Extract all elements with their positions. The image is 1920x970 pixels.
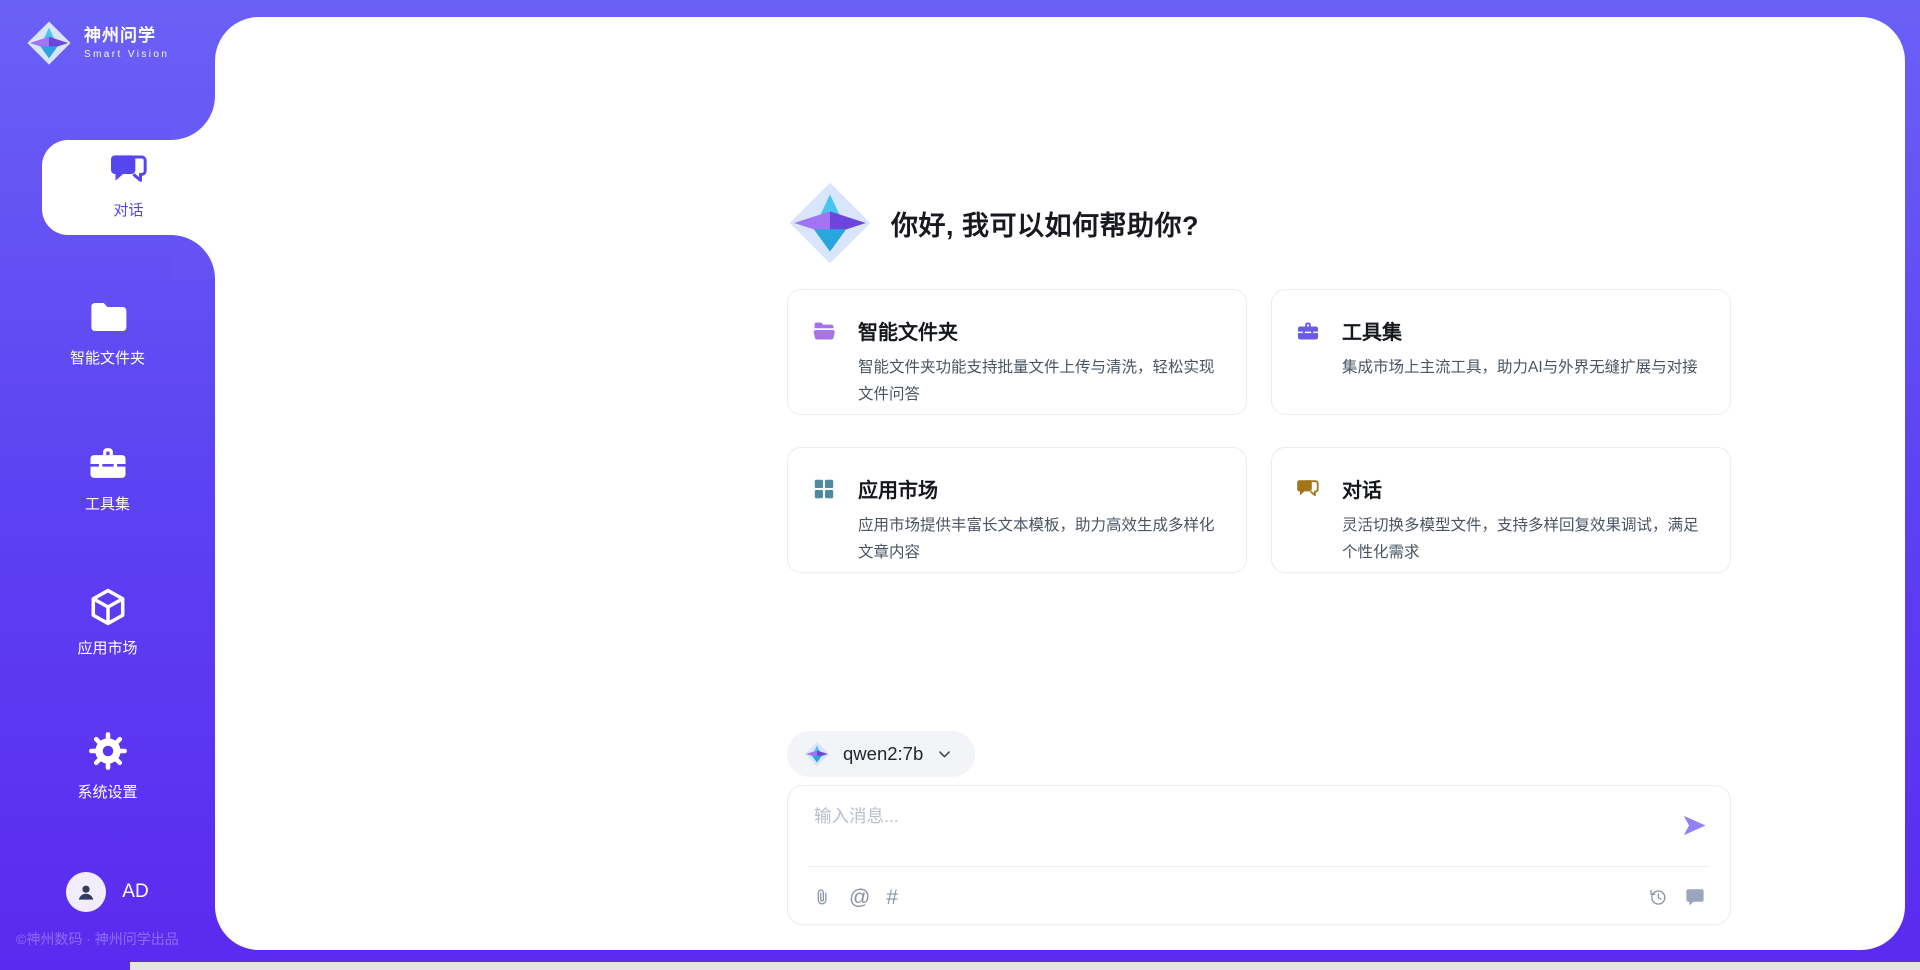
model-logo-icon bbox=[804, 741, 830, 767]
card-title: 对话 bbox=[1342, 474, 1382, 503]
user-initials: AD bbox=[122, 881, 148, 903]
card-title: 应用市场 bbox=[858, 474, 938, 503]
send-icon bbox=[1681, 812, 1708, 839]
brand: 神州问学 Smart Vision bbox=[26, 20, 169, 66]
card-app-market[interactable]: 应用市场 应用市场提供丰富长文本模板，助力高效生成多样化文章内容 bbox=[787, 447, 1247, 573]
active-tab-fillet-bottom bbox=[171, 235, 215, 279]
sidebar-item-chat[interactable]: 对话 bbox=[42, 150, 215, 220]
sidebar-item-system-settings[interactable]: 系统设置 bbox=[0, 730, 215, 802]
card-title: 工具集 bbox=[1342, 316, 1402, 345]
card-header: 工具集 bbox=[1296, 316, 1702, 345]
composer-toolbar: @ # bbox=[812, 879, 1706, 915]
cube-icon bbox=[87, 586, 129, 628]
chat-icon bbox=[1296, 477, 1320, 501]
card-header: 智能文件夹 bbox=[812, 316, 1218, 345]
mention-button[interactable]: @ bbox=[849, 887, 870, 908]
sidebar-item-toolset[interactable]: 工具集 bbox=[0, 442, 215, 514]
topic-button[interactable]: # bbox=[886, 887, 898, 908]
folder-icon bbox=[87, 296, 129, 338]
active-tab-fillet-top bbox=[171, 96, 215, 140]
composer-tools-left: @ # bbox=[812, 887, 898, 908]
chat-bubble-icon bbox=[1684, 886, 1706, 908]
greeting-text: 你好, 我可以如何帮助你? bbox=[891, 204, 1199, 243]
brand-subtitle: Smart Vision bbox=[84, 49, 169, 60]
card-description: 灵活切换多模型文件，支持多样回复效果调试，满足个性化需求 bbox=[1342, 512, 1704, 566]
card-toolset[interactable]: 工具集 集成市场上主流工具，助力AI与外界无缝扩展与对接 bbox=[1271, 289, 1731, 415]
sidebar-item-label: 智能文件夹 bbox=[70, 347, 145, 368]
avatar bbox=[66, 872, 106, 912]
gear-icon bbox=[87, 730, 129, 772]
model-selector[interactable]: qwen2:7b bbox=[787, 731, 975, 777]
app-screen: 神州问学 Smart Vision 对话 智能文件夹 工具集 应用市场 系统设置… bbox=[0, 0, 1920, 970]
grid-icon bbox=[812, 477, 836, 501]
sidebar-item-label: 工具集 bbox=[85, 493, 130, 514]
hash-icon: # bbox=[886, 887, 898, 908]
toolbox-icon bbox=[1296, 319, 1320, 343]
brand-logo-icon bbox=[26, 20, 72, 66]
horizontal-scrollbar[interactable] bbox=[130, 962, 1920, 970]
card-header: 应用市场 bbox=[812, 474, 1218, 503]
chat-icon bbox=[109, 150, 149, 190]
sidebar-footer: ©神州数码 · 神州问学出品 bbox=[16, 929, 179, 949]
composer-divider bbox=[808, 866, 1710, 867]
message-input[interactable] bbox=[812, 801, 1666, 863]
toolbox-icon bbox=[87, 442, 129, 484]
card-title: 智能文件夹 bbox=[858, 316, 958, 345]
main-panel: 你好, 我可以如何帮助你? 智能文件夹 智能文件夹功能支持批量文件上传与清洗，轻… bbox=[215, 17, 1905, 950]
at-icon: @ bbox=[849, 887, 870, 908]
history-button[interactable] bbox=[1648, 887, 1668, 907]
model-selector-value: qwen2:7b bbox=[843, 743, 923, 765]
greeting: 你好, 我可以如何帮助你? bbox=[787, 179, 1199, 267]
chevron-down-icon bbox=[936, 746, 953, 763]
card-description: 集成市场上主流工具，助力AI与外界无缝扩展与对接 bbox=[1342, 354, 1704, 381]
folder-open-icon bbox=[812, 319, 836, 343]
sidebar-item-label: 系统设置 bbox=[77, 781, 137, 802]
message-composer: @ # bbox=[787, 785, 1731, 925]
card-description: 智能文件夹功能支持批量文件上传与清洗，轻松实现文件问答 bbox=[858, 354, 1220, 408]
sidebar-item-label: 对话 bbox=[113, 199, 143, 220]
greeting-logo-icon bbox=[787, 180, 873, 266]
brand-name: 神州问学 bbox=[84, 26, 169, 46]
sidebar-item-smart-folder[interactable]: 智能文件夹 bbox=[0, 296, 215, 368]
person-icon bbox=[74, 880, 98, 904]
composer-tools-right bbox=[1648, 886, 1706, 908]
conversation-button[interactable] bbox=[1684, 886, 1706, 908]
sidebar-item-app-market[interactable]: 应用市场 bbox=[0, 586, 215, 658]
card-header: 对话 bbox=[1296, 474, 1702, 503]
send-button[interactable] bbox=[1678, 809, 1710, 841]
card-description: 应用市场提供丰富长文本模板，助力高效生成多样化文章内容 bbox=[858, 512, 1220, 566]
user-profile[interactable]: AD bbox=[0, 872, 215, 912]
card-chat[interactable]: 对话 灵活切换多模型文件，支持多样回复效果调试，满足个性化需求 bbox=[1271, 447, 1731, 573]
attach-file-button[interactable] bbox=[812, 887, 833, 908]
card-smart-folder[interactable]: 智能文件夹 智能文件夹功能支持批量文件上传与清洗，轻松实现文件问答 bbox=[787, 289, 1247, 415]
feature-cards: 智能文件夹 智能文件夹功能支持批量文件上传与清洗，轻松实现文件问答 工具集 集成… bbox=[787, 289, 1737, 573]
sidebar-item-label: 应用市场 bbox=[77, 637, 137, 658]
history-icon bbox=[1648, 887, 1668, 907]
paperclip-icon bbox=[812, 887, 833, 908]
